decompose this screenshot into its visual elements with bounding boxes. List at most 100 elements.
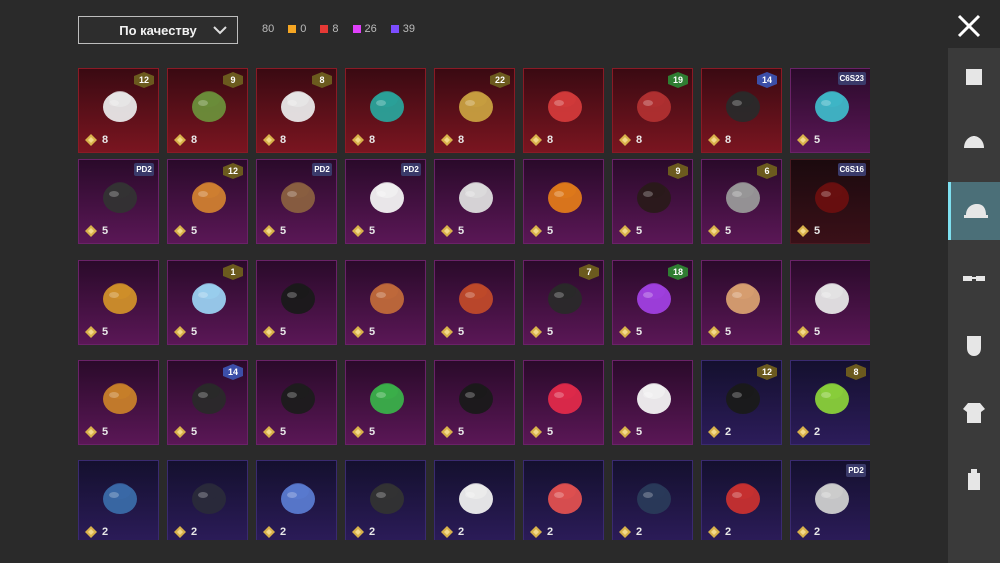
item-card[interactable]: 5 [612, 360, 693, 445]
tab-helmet[interactable] [948, 115, 1000, 173]
item-count: 5 [530, 225, 553, 237]
tier-badge: PD2 [134, 163, 154, 176]
currency-icon [619, 134, 631, 146]
item-card[interactable]: 18 5 [612, 260, 693, 345]
helm-green-icon [370, 91, 404, 122]
currency-icon [174, 326, 186, 338]
item-count: 5 [85, 225, 108, 237]
item-card[interactable]: 7 5 [523, 260, 604, 345]
item-card[interactable]: 8 [345, 68, 426, 153]
currency-icon [708, 526, 720, 538]
item-card[interactable]: 5 [345, 260, 426, 345]
currency-icon [441, 426, 453, 438]
party-icon [637, 283, 671, 314]
item-card[interactable]: 5 [790, 260, 870, 345]
currency-icon [708, 134, 720, 146]
item-count: 2 [708, 526, 731, 538]
item-card[interactable]: 19 8 [612, 68, 693, 153]
item-card[interactable]: 1 5 [167, 260, 248, 345]
item-card[interactable]: 12 8 [78, 68, 159, 153]
currency-icon [85, 326, 97, 338]
item-card[interactable]: 5 [434, 260, 515, 345]
item-count: 5 [797, 225, 820, 237]
item-card[interactable]: 2 [612, 460, 693, 540]
sort-dropdown[interactable]: По качеству [78, 16, 238, 44]
item-card[interactable]: 2 [78, 460, 159, 540]
item-card[interactable]: 5 [78, 360, 159, 445]
item-card[interactable]: 12 2 [701, 360, 782, 445]
currency-icon [352, 225, 364, 237]
item-card[interactable]: 5 [523, 360, 604, 445]
backpack-icon [968, 469, 980, 490]
item-card[interactable]: 5 [523, 159, 604, 244]
frog-icon [370, 383, 404, 414]
tab-hat[interactable] [948, 182, 1000, 240]
item-count: 5 [174, 426, 197, 438]
tab-glasses[interactable] [948, 249, 1000, 307]
item-card[interactable]: 22 8 [434, 68, 515, 153]
tab-backpack[interactable] [948, 450, 1000, 508]
item-card[interactable]: 14 8 [701, 68, 782, 153]
item-count: 8 [708, 134, 731, 146]
hair-blue-icon [192, 283, 226, 314]
item-card[interactable]: 2 [701, 460, 782, 540]
currency-icon [530, 326, 542, 338]
item-count: 2 [619, 526, 642, 538]
item-card[interactable]: C6S23 5 [790, 68, 870, 153]
item-card[interactable]: 9 5 [612, 159, 693, 244]
currency-icon [263, 426, 275, 438]
item-count: 2 [708, 426, 731, 438]
item-card[interactable]: 12 5 [167, 159, 248, 244]
item-card[interactable]: 9 8 [167, 68, 248, 153]
item-card[interactable]: 2 [345, 460, 426, 540]
item-card[interactable]: PD2 5 [345, 159, 426, 244]
currency-icon [797, 526, 809, 538]
item-card[interactable]: 6 5 [701, 159, 782, 244]
stat-total: 80 [262, 23, 275, 35]
inventory-grid[interactable]: 12 8 9 8 8 8 8 22 8 8 19 8 14 8 C6S23 5 … [78, 68, 870, 540]
cap-pattern-icon [281, 483, 315, 514]
currency-icon [174, 225, 186, 237]
item-card[interactable]: 8 [523, 68, 604, 153]
item-card[interactable]: PD2 5 [78, 159, 159, 244]
stat-orange: 0 [288, 23, 306, 35]
item-card[interactable]: 8 8 [256, 68, 337, 153]
item-card[interactable]: 5 [701, 260, 782, 345]
skull-green-icon [815, 383, 849, 414]
item-card[interactable]: 5 [434, 360, 515, 445]
tier-badge: C6S16 [837, 163, 866, 176]
top-bar: По качеству 80 0 8 26 39 [0, 0, 1000, 62]
tab-outfit[interactable] [948, 48, 1000, 106]
tier-badge: PD2 [401, 163, 421, 176]
item-card[interactable]: 5 [78, 260, 159, 345]
helm-gold-icon [459, 91, 493, 122]
item-card[interactable]: 5 [345, 360, 426, 445]
item-card[interactable]: 8 2 [790, 360, 870, 445]
item-card[interactable]: 14 5 [167, 360, 248, 445]
currency-icon [85, 526, 97, 538]
item-count: 2 [530, 526, 553, 538]
item-card[interactable]: PD2 5 [256, 159, 337, 244]
item-card[interactable]: 2 [167, 460, 248, 540]
item-card[interactable]: 5 [256, 260, 337, 345]
tier-badge: PD2 [312, 163, 332, 176]
gasmask-icon [192, 483, 226, 514]
item-card[interactable]: 5 [256, 360, 337, 445]
currency-icon [441, 326, 453, 338]
tophat-icon [459, 383, 493, 414]
small-horns-icon [548, 383, 582, 414]
item-card[interactable]: PD2 2 [790, 460, 870, 540]
currency-icon [263, 326, 275, 338]
item-card[interactable]: 2 [523, 460, 604, 540]
helm-mask-icon [726, 182, 760, 213]
item-card[interactable]: 2 [256, 460, 337, 540]
tab-mask[interactable] [948, 316, 1000, 374]
tab-jacket[interactable] [948, 383, 1000, 441]
item-card[interactable]: 5 [434, 159, 515, 244]
item-card[interactable]: C6S16 5 [790, 159, 870, 244]
close-icon[interactable] [954, 11, 984, 41]
item-count: 5 [619, 326, 642, 338]
item-card[interactable]: 2 [434, 460, 515, 540]
mask-icon [967, 336, 981, 356]
item-count: 5 [85, 326, 108, 338]
